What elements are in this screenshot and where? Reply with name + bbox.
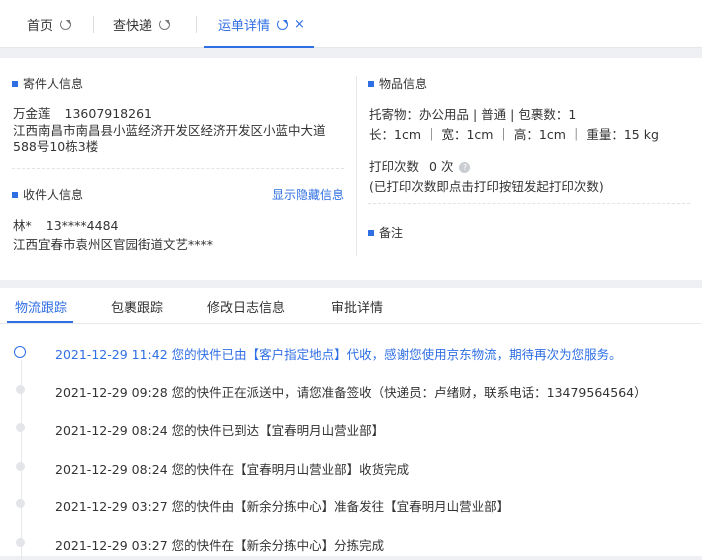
print-count-row: 打印次数 0 次?: [369, 156, 471, 175]
sender-section-title: 寄件人信息: [12, 75, 83, 92]
refresh-icon[interactable]: [60, 18, 72, 30]
goods-section-title: 物品信息: [368, 75, 427, 92]
timeline-event: 2021-12-29 03:27 您的快件在【新余分拣中心】分拣完成: [55, 538, 385, 553]
help-icon[interactable]: ?: [459, 162, 471, 173]
active-tab-indicator: [204, 46, 314, 48]
receiver-name-phone: 林* 13****4484: [13, 215, 118, 234]
refresh-icon[interactable]: [159, 18, 171, 30]
section-marker: [368, 80, 374, 87]
timeline-dot: [16, 499, 25, 508]
section-marker: [368, 229, 374, 236]
sender-name-phone: 万金莲 13607918261: [13, 103, 152, 122]
receiver-address: 江西宜春市袁州区官园街道文艺****: [13, 237, 214, 252]
section-marker: [12, 80, 18, 87]
remark-section-title: 备注: [368, 224, 403, 241]
sender-name: 万金莲: [13, 106, 51, 121]
receiver-phone: 13****4484: [45, 218, 119, 233]
column-divider: [356, 76, 357, 256]
goods-line-2: 长：1cm ｜ 宽：1cm ｜ 高：1cm ｜ 重量：15 kg: [369, 127, 659, 142]
goods-title-text: 物品信息: [379, 77, 428, 91]
goods-line-1: 托寄物：办公用品 | 普通 | 包裹数：1: [369, 107, 577, 122]
print-count-note: (已打印次数即点击打印按钮发起打印次数): [369, 179, 604, 194]
tab-divider: [93, 16, 94, 33]
waybill-info-panel: 寄件人信息 万金莲 13607918261 江西南昌市南昌县小蓝经济开发区经济开发…: [0, 58, 702, 280]
receiver-name: 林*: [13, 218, 32, 233]
timeline-event: 2021-12-29 09:28 您的快件正在派送中，请您准备签收（快递员：卢绪…: [55, 385, 647, 400]
tab-query-express[interactable]: 查快递: [113, 0, 171, 48]
remark-title-text: 备注: [379, 226, 404, 240]
top-tab-bar: 首页 查快递 运单详情 ×: [0, 0, 702, 48]
tab-waybill-detail[interactable]: 运单详情 ×: [218, 0, 305, 48]
active-tracking-tab-indicator: [7, 321, 73, 323]
tracking-tabs-divider: [0, 323, 702, 324]
tab-package-tracking[interactable]: 包裹跟踪: [111, 297, 163, 316]
tab-home-label: 首页: [27, 18, 54, 34]
sender-title-text: 寄件人信息: [23, 77, 84, 91]
section-marker: [12, 191, 18, 198]
tab-divider: [196, 16, 197, 33]
timeline-dot: [16, 385, 25, 394]
tracking-panel: 物流跟踪 包裹跟踪 修改日志信息 审批详情 2021-12-29 11:42 您…: [0, 288, 702, 560]
timeline-event: 2021-12-29 03:27 您的快件由【新余分拣中心】准备发往【宜春明月山…: [55, 499, 510, 514]
tab-waybill-detail-label: 运单详情: [218, 18, 271, 34]
timeline-dot-current: [14, 346, 26, 358]
receiver-title-text: 收件人信息: [23, 188, 84, 202]
timeline-event: 2021-12-29 08:24 您的快件在【宜春明月山营业部】收货完成: [55, 462, 410, 477]
timeline-event: 2021-12-29 11:42 您的快件已由【客户指定地点】代收，感谢您使用京…: [55, 347, 622, 362]
tab-home[interactable]: 首页: [27, 0, 72, 48]
receiver-section-title: 收件人信息: [12, 186, 83, 203]
show-hidden-info-link[interactable]: 显示隐藏信息: [272, 186, 344, 203]
refresh-icon[interactable]: [277, 18, 289, 30]
close-icon[interactable]: ×: [294, 17, 305, 32]
tab-approval-details[interactable]: 审批详情: [331, 297, 383, 316]
sender-address: 江西南昌市南昌县小蓝经济开发区经济开发区小蓝中大道588号10栋3楼: [13, 123, 326, 154]
timeline-event: 2021-12-29 08:24 您的快件已到达【宜春明月山营业部】: [55, 423, 385, 438]
divider: [368, 203, 690, 204]
print-count-label: 打印次数: [369, 159, 420, 174]
timeline-dot: [16, 423, 25, 432]
sender-phone: 13607918261: [64, 106, 152, 121]
print-count-value: 0 次: [429, 159, 454, 174]
tab-modify-log[interactable]: 修改日志信息: [207, 297, 285, 316]
tab-logistics-tracking[interactable]: 物流跟踪: [15, 297, 67, 316]
timeline-dot: [16, 462, 25, 471]
timeline-dot: [16, 538, 25, 547]
tab-query-express-label: 查快递: [113, 18, 153, 34]
divider: [12, 168, 344, 169]
